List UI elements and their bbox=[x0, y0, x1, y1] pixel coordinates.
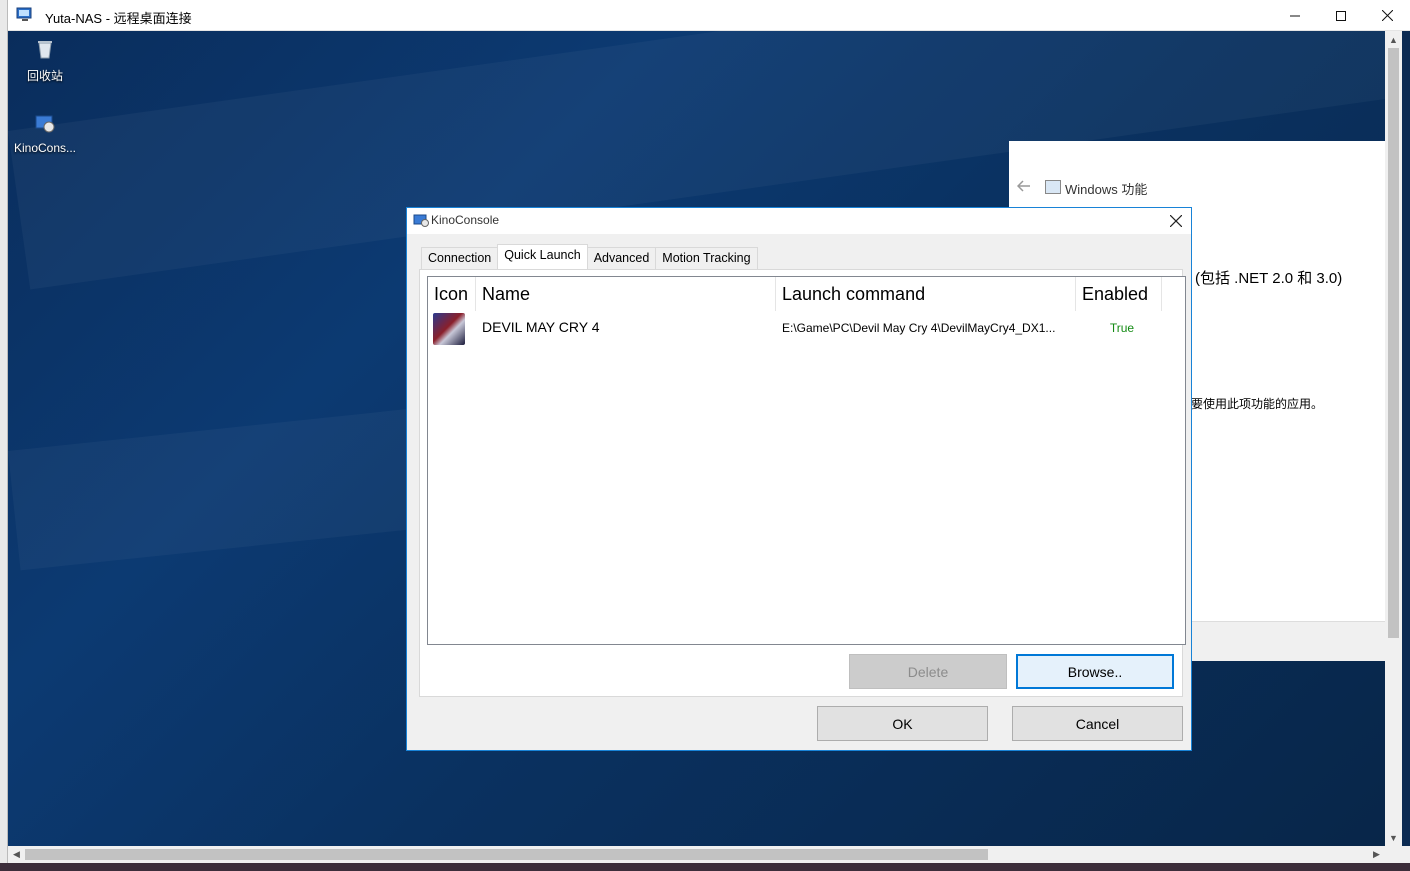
rdp-window-title: Yuta-NAS - 远程桌面连接 bbox=[45, 11, 192, 26]
ok-button[interactable]: OK bbox=[817, 706, 988, 741]
kinoconsole-icon bbox=[35, 115, 55, 133]
recycle-bin-label: 回收站 bbox=[26, 69, 63, 83]
game-icon bbox=[433, 313, 465, 345]
column-header-icon[interactable]: Icon bbox=[428, 277, 476, 311]
vertical-scrollbar[interactable]: ▲ ▼ bbox=[1385, 31, 1402, 846]
back-arrow-icon[interactable] bbox=[1017, 179, 1031, 193]
tab-connection[interactable]: Connection bbox=[421, 247, 499, 269]
column-header-launch-command[interactable]: Launch command bbox=[776, 277, 1076, 311]
horizontal-scroll-thumb[interactable] bbox=[25, 849, 988, 860]
minimize-button[interactable] bbox=[1272, 0, 1318, 31]
quick-launch-list[interactable]: Icon Name Launch command Enabled DEVIL M… bbox=[427, 276, 1186, 645]
kinoconsole-label: KinoCons... bbox=[13, 141, 77, 155]
windows-features-line2: 要使用此项功能的应用。 bbox=[1191, 397, 1324, 411]
scroll-right-icon[interactable]: ▶ bbox=[1368, 846, 1385, 863]
column-header-enabled[interactable]: Enabled bbox=[1076, 277, 1162, 311]
list-item-enabled: True bbox=[1109, 321, 1135, 335]
list-item-name: DEVIL MAY CRY 4 bbox=[482, 319, 600, 335]
cancel-button[interactable]: Cancel bbox=[1012, 706, 1183, 741]
dialog-title: KinoConsole bbox=[431, 213, 500, 227]
tab-advanced[interactable]: Advanced bbox=[586, 247, 657, 269]
close-icon bbox=[1381, 10, 1393, 21]
dialog-close-button[interactable] bbox=[1161, 208, 1191, 234]
scroll-left-icon[interactable]: ◀ bbox=[8, 846, 25, 863]
maximize-button[interactable] bbox=[1318, 0, 1364, 31]
horizontal-scrollbar[interactable]: ◀ ▶ bbox=[8, 846, 1385, 863]
recycle-bin-icon bbox=[38, 41, 52, 59]
close-icon bbox=[1170, 215, 1182, 227]
tab-quick-launch[interactable]: Quick Launch bbox=[497, 244, 588, 269]
windows-features-title: Windows 功能 bbox=[1065, 182, 1148, 197]
tab-motion-tracking[interactable]: Motion Tracking bbox=[655, 247, 758, 269]
host-taskbar-strip bbox=[0, 863, 1410, 871]
recycle-bin-shortcut[interactable]: 回收站 bbox=[9, 38, 81, 84]
tab-strip: Connection Quick Launch Advanced Motion … bbox=[421, 244, 758, 269]
scroll-down-icon[interactable]: ▼ bbox=[1385, 829, 1402, 846]
dialog-titlebar: KinoConsole bbox=[407, 208, 1191, 234]
list-item[interactable]: DEVIL MAY CRY 4 E:\Game\PC\Devil May Cry… bbox=[428, 311, 1185, 345]
host-left-strip bbox=[0, 0, 8, 871]
scroll-up-icon[interactable]: ▲ bbox=[1385, 31, 1402, 48]
windows-features-line1: (包括 .NET 2.0 和 3.0) bbox=[1195, 270, 1343, 287]
remote-desktop-icon bbox=[16, 7, 32, 21]
minimize-icon bbox=[1290, 15, 1300, 16]
browse-button[interactable]: Browse.. bbox=[1016, 654, 1174, 689]
rdp-titlebar: Yuta-NAS - 远程桌面连接 bbox=[8, 0, 1410, 31]
list-item-command: E:\Game\PC\Devil May Cry 4\DevilMayCry4_… bbox=[782, 321, 1056, 335]
kinoconsole-dialog: KinoConsole Connection Quick Launch Adva… bbox=[406, 207, 1192, 751]
delete-button[interactable]: Delete bbox=[849, 654, 1007, 689]
list-header: Icon Name Launch command Enabled bbox=[428, 277, 1185, 311]
column-header-name[interactable]: Name bbox=[476, 277, 776, 311]
vertical-scroll-thumb[interactable] bbox=[1388, 48, 1399, 638]
kinoconsole-app-icon bbox=[413, 214, 429, 227]
close-button[interactable] bbox=[1364, 0, 1410, 31]
maximize-icon bbox=[1336, 10, 1346, 21]
kinoconsole-shortcut[interactable]: KinoCons... bbox=[9, 112, 81, 155]
quick-launch-panel: Icon Name Launch command Enabled DEVIL M… bbox=[419, 269, 1186, 697]
